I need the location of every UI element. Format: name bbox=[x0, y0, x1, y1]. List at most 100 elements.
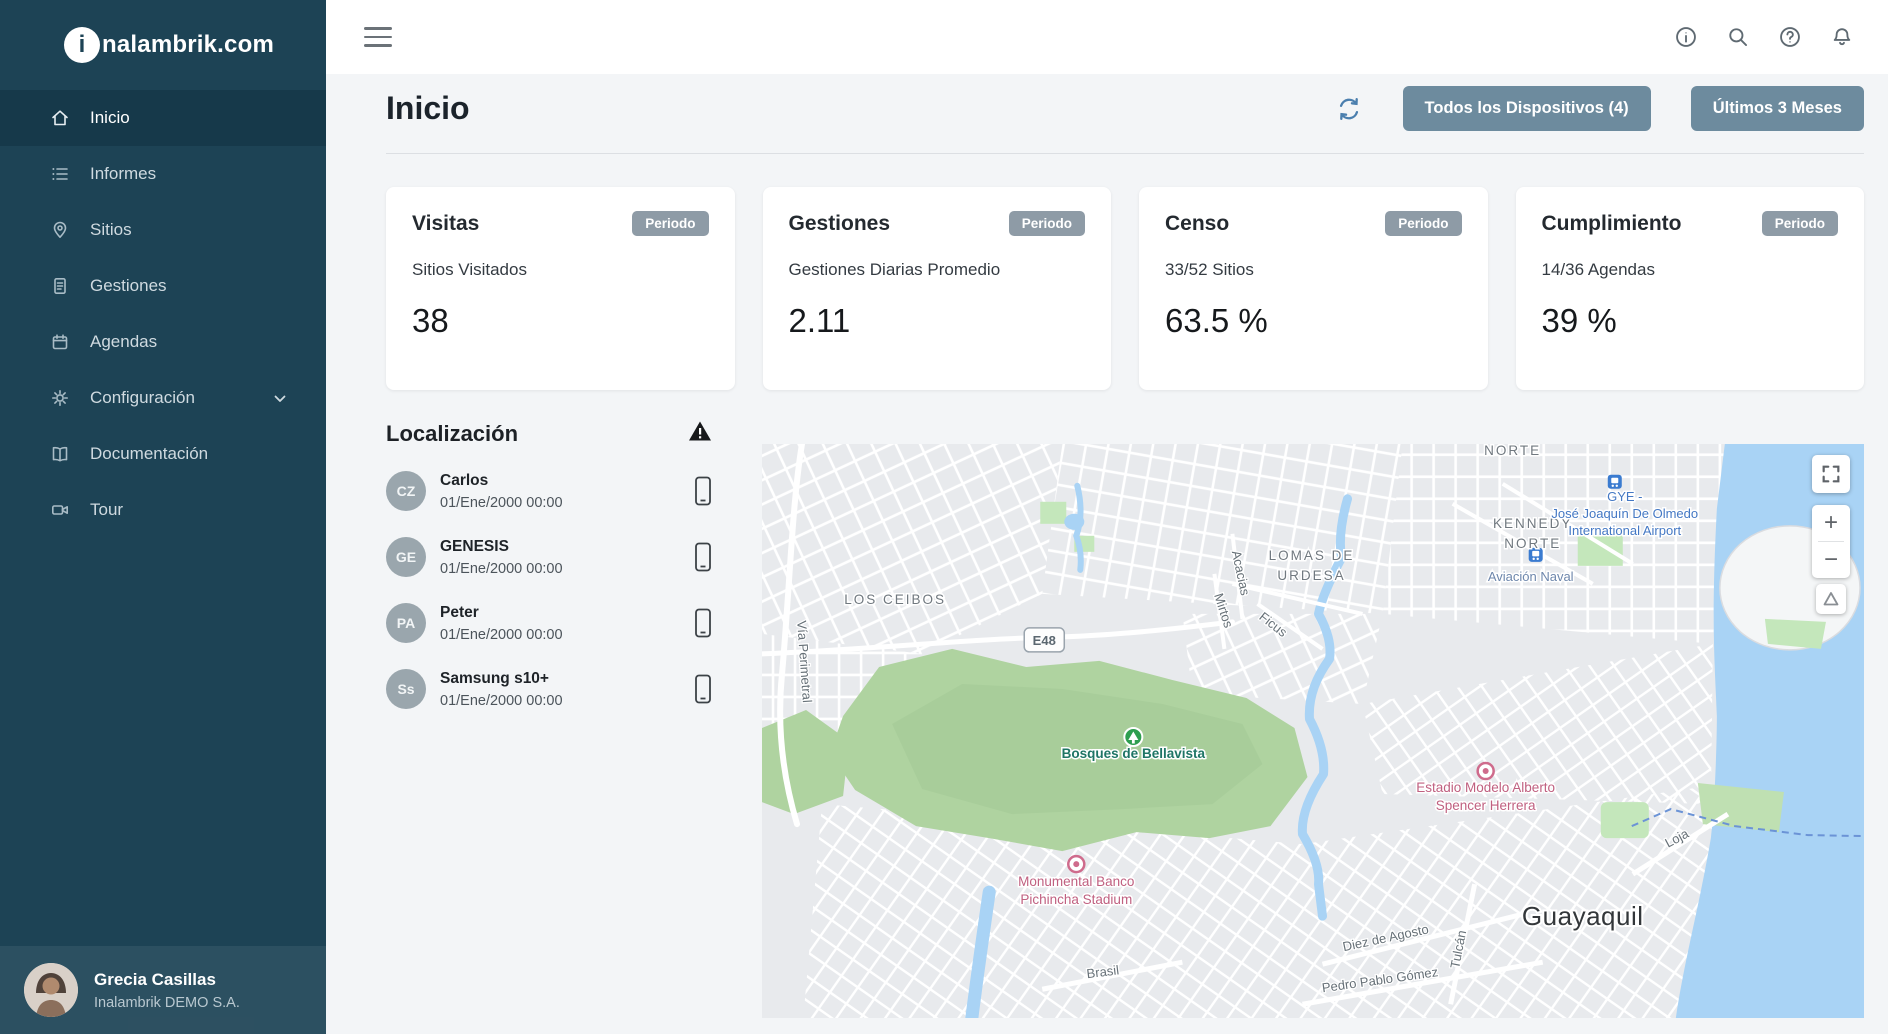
period-badge: Periodo bbox=[1761, 211, 1838, 236]
refresh-icon[interactable] bbox=[1335, 95, 1363, 123]
sidebar-item-gestiones[interactable]: Gestiones bbox=[0, 258, 326, 314]
zoom-out-button[interactable]: − bbox=[1812, 542, 1850, 578]
card-value: 2.11 bbox=[788, 302, 851, 339]
device-name: Peter bbox=[440, 603, 479, 621]
gear-icon bbox=[50, 387, 72, 409]
logo-icon: i bbox=[64, 27, 100, 63]
logo-text: nalambrik.com bbox=[102, 31, 274, 58]
device-avatar: CZ bbox=[386, 471, 426, 511]
map-label: NORTE bbox=[1484, 444, 1541, 458]
page-content: Inicio Todos los Dispositivos (4) Último… bbox=[326, 74, 1888, 1034]
page-title: Inicio bbox=[386, 90, 470, 126]
chevron-down-icon bbox=[274, 388, 286, 408]
sidebar-item-label: Inicio bbox=[90, 108, 130, 127]
period-badge: Periodo bbox=[632, 211, 709, 236]
sidebar-item-label: Tour bbox=[90, 500, 124, 519]
localization-title: Localización bbox=[386, 420, 519, 446]
device-timestamp: 01/Ene/2000 00:00 bbox=[440, 692, 563, 709]
map-label: GYE - bbox=[1607, 489, 1642, 504]
svg-text:E48: E48 bbox=[1033, 633, 1056, 648]
app-logo: i nalambrik.com bbox=[0, 0, 326, 90]
card-subtitle: Gestiones Diarias Promedio bbox=[788, 260, 1001, 279]
map-canvas: E48 NORTE KENNEDY NORTE LOMAS DE URDESA … bbox=[762, 444, 1864, 1018]
device-row[interactable]: CZ Carlos 01/Ene/2000 00:00 bbox=[386, 471, 726, 511]
user-profile[interactable]: Grecia Casillas Inalambrik DEMO S.A. bbox=[0, 946, 326, 1034]
device-timestamp: 01/Ene/2000 00:00 bbox=[440, 626, 563, 643]
card-cumplimiento: Cumplimiento Periodo 14/36 Agendas 39 % bbox=[1515, 187, 1864, 390]
card-title: Gestiones bbox=[788, 211, 891, 235]
device-avatar: PA bbox=[386, 603, 426, 643]
book-icon bbox=[50, 443, 72, 465]
stadium-marker[interactable] bbox=[1067, 854, 1086, 874]
sidebar-item-configuracion[interactable]: Configuración bbox=[0, 370, 326, 426]
sidebar-item-label: Sitios bbox=[90, 220, 132, 239]
app-root: i nalambrik.com Inicio Informes Sitios G… bbox=[0, 0, 1888, 1034]
topbar bbox=[326, 0, 1888, 74]
sidebar-item-sitios[interactable]: Sitios bbox=[0, 202, 326, 258]
sidebar-item-inicio[interactable]: Inicio bbox=[0, 90, 326, 146]
help-icon[interactable] bbox=[1778, 25, 1802, 49]
device-row[interactable]: Ss Samsung s10+ 01/Ene/2000 00:00 bbox=[386, 669, 726, 709]
map-label-city: Guayaquil bbox=[1522, 901, 1644, 931]
zoom-in-button[interactable]: + bbox=[1812, 505, 1850, 541]
sidebar-item-agendas[interactable]: Agendas bbox=[0, 314, 326, 370]
info-icon[interactable] bbox=[1674, 25, 1698, 49]
warning-icon[interactable] bbox=[688, 420, 712, 447]
phone-icon[interactable] bbox=[694, 542, 712, 572]
card-subtitle: 14/36 Agendas bbox=[1541, 260, 1655, 279]
sidebar: i nalambrik.com Inicio Informes Sitios G… bbox=[0, 0, 326, 1034]
device-row[interactable]: GE GENESIS 01/Ene/2000 00:00 bbox=[386, 537, 726, 577]
device-row[interactable]: PA Peter 01/Ene/2000 00:00 bbox=[386, 603, 726, 643]
map-label: Spencer Herrera bbox=[1436, 798, 1536, 813]
map-label: URDESA bbox=[1277, 568, 1345, 583]
fullscreen-button[interactable] bbox=[1812, 455, 1850, 493]
map[interactable]: E48 NORTE KENNEDY NORTE LOMAS DE URDESA … bbox=[762, 444, 1864, 1018]
device-name: Carlos bbox=[440, 471, 489, 489]
card-value: 39 % bbox=[1541, 302, 1617, 339]
search-icon[interactable] bbox=[1726, 25, 1750, 49]
tilt-button[interactable] bbox=[1816, 584, 1846, 614]
header-divider bbox=[386, 153, 1864, 154]
card-title: Cumplimiento bbox=[1541, 211, 1682, 235]
localization-panel: Localización CZ Carlos 01/Ene/2000 00:00 bbox=[386, 420, 726, 1018]
park-marker[interactable] bbox=[1123, 726, 1144, 748]
device-name: Samsung s10+ bbox=[440, 669, 549, 687]
period-filter-button[interactable]: Últimos 3 Meses bbox=[1690, 86, 1864, 131]
device-timestamp: 01/Ene/2000 00:00 bbox=[440, 560, 563, 577]
phone-icon[interactable] bbox=[694, 608, 712, 638]
sidebar-item-label: Agendas bbox=[90, 332, 158, 351]
map-label: Monumental Banco bbox=[1018, 874, 1134, 889]
device-avatar: GE bbox=[386, 537, 426, 577]
map-label: Aviación Naval bbox=[1488, 569, 1574, 584]
phone-icon[interactable] bbox=[694, 674, 712, 704]
hamburger-menu-icon[interactable] bbox=[364, 21, 392, 53]
phone-icon[interactable] bbox=[694, 476, 712, 506]
card-title: Censo bbox=[1165, 211, 1230, 235]
sidebar-item-tour[interactable]: Tour bbox=[0, 482, 326, 538]
map-label: Pichincha Stadium bbox=[1020, 892, 1132, 907]
card-subtitle: Sitios Visitados bbox=[412, 260, 527, 279]
sidebar-item-informes[interactable]: Informes bbox=[0, 146, 326, 202]
card-gestiones: Gestiones Periodo Gestiones Diarias Prom… bbox=[762, 187, 1111, 390]
bell-icon[interactable] bbox=[1830, 25, 1854, 49]
video-camera-icon bbox=[50, 499, 72, 521]
card-censo: Censo Periodo 33/52 Sitios 63.5 % bbox=[1139, 187, 1488, 390]
map-label: LOS CEIBOS bbox=[844, 592, 946, 607]
sidebar-item-label: Gestiones bbox=[90, 276, 167, 295]
map-label: José Joaquín De Olmedo bbox=[1551, 506, 1698, 521]
period-badge: Periodo bbox=[1385, 211, 1462, 236]
kpi-cards: Visitas Periodo Sitios Visitados 38 Gest… bbox=[386, 187, 1864, 390]
period-badge: Periodo bbox=[1008, 211, 1085, 236]
device-avatar: Ss bbox=[386, 669, 426, 709]
list-icon bbox=[50, 163, 72, 185]
card-subtitle: 33/52 Sitios bbox=[1165, 260, 1254, 279]
card-value: 38 bbox=[412, 302, 449, 339]
route-shield-e48: E48 bbox=[1023, 627, 1066, 653]
card-value: 63.5 % bbox=[1165, 302, 1268, 339]
location-pin-icon bbox=[50, 219, 72, 241]
devices-filter-button[interactable]: Todos los Dispositivos (4) bbox=[1402, 86, 1651, 131]
transit-icon bbox=[1607, 474, 1622, 489]
device-timestamp: 01/Ene/2000 00:00 bbox=[440, 494, 563, 511]
stadium-marker[interactable] bbox=[1476, 761, 1495, 781]
sidebar-item-documentacion[interactable]: Documentación bbox=[0, 426, 326, 482]
